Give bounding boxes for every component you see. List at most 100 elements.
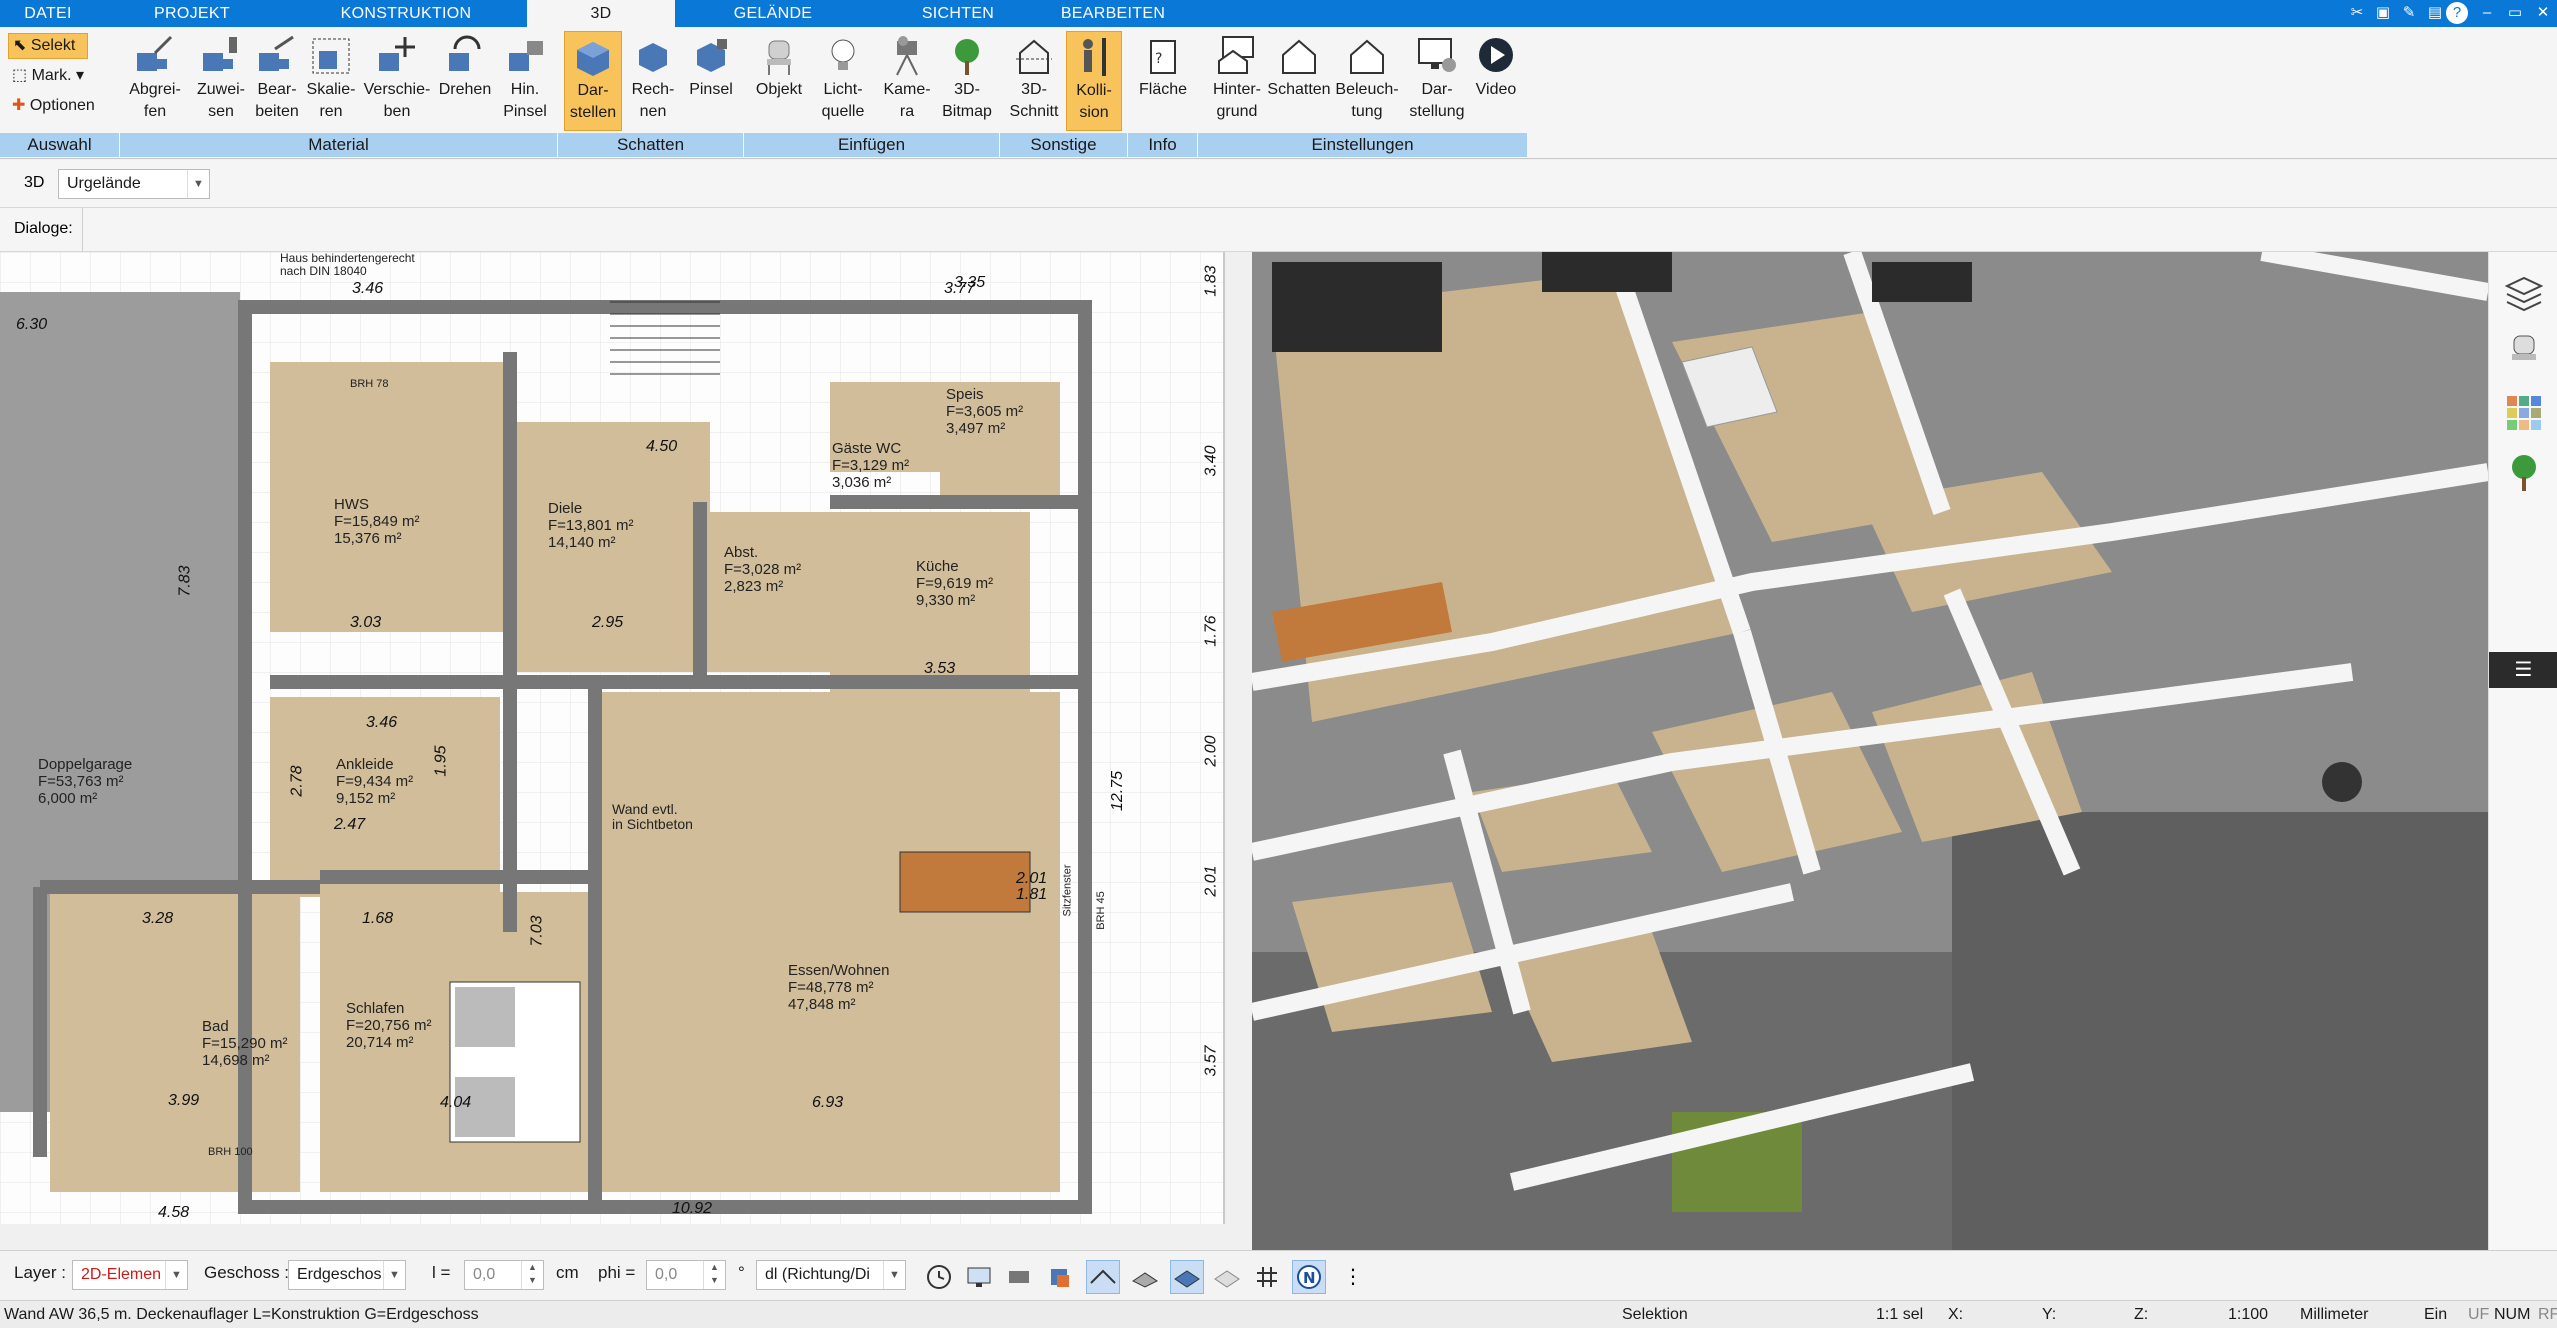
- verschieben-button[interactable]: Verschie- ben: [358, 31, 436, 131]
- layers-icon[interactable]: [2503, 272, 2545, 314]
- grid-icon[interactable]: [1250, 1260, 1284, 1294]
- tab-3d[interactable]: 3D: [527, 0, 675, 30]
- room-label-schlafen: Schlafen F=20,756 m² 20,714 m²: [346, 1000, 432, 1051]
- phi-input[interactable]: 0,0 ▲ ▼: [646, 1260, 726, 1290]
- degree-label: °: [738, 1263, 745, 1282]
- compute-cube-icon: [639, 43, 667, 72]
- length-input[interactable]: 0,0 ▲ ▼: [464, 1260, 544, 1290]
- ribbon-tab-bar: DATEI PROJEKT KONSTRUKTION 3D GELÄNDE SI…: [0, 0, 2557, 30]
- save-icon[interactable]: ▣: [2372, 2, 2394, 24]
- monitor-settings-icon: [1418, 38, 1456, 72]
- 3d-view[interactable]: [1252, 252, 2488, 1250]
- play-icon: [1479, 38, 1513, 72]
- objekt-button[interactable]: Objekt: [750, 31, 808, 131]
- pinsel-button[interactable]: Pinsel: [680, 31, 742, 131]
- folder-icon[interactable]: ▤: [2424, 2, 2446, 24]
- terrain-select[interactable]: Urgelände ▼: [58, 169, 210, 199]
- zuweisen-button[interactable]: Zuwei- sen: [190, 31, 252, 131]
- darstellen-button[interactable]: Dar- stellen: [564, 31, 622, 131]
- spinner-icon[interactable]: ▲ ▼: [703, 1261, 725, 1289]
- dimension-label: 7.83: [176, 565, 194, 597]
- status-mode: Selektion: [1622, 1306, 1688, 1323]
- drehen-button[interactable]: Drehen: [434, 31, 496, 131]
- brh-label: BRH 45: [1094, 891, 1107, 930]
- group-einstellungen: Einstellungen: [1198, 133, 1528, 157]
- kamera-button[interactable]: Kame- ra: [876, 31, 938, 131]
- beleuchtung-button[interactable]: Beleuch- tung: [1332, 31, 1402, 131]
- geschoss-select[interactable]: Erdgeschos ▼: [288, 1260, 406, 1290]
- wireframe-icon[interactable]: [1086, 1260, 1120, 1294]
- minimize-icon[interactable]: –: [2476, 2, 2498, 24]
- tab-projekt[interactable]: PROJEKT: [124, 0, 260, 27]
- dialog-row: Dialoge:: [0, 208, 2557, 252]
- room-label-ankleide: Ankleide F=9,434 m² 9,152 m²: [336, 756, 414, 807]
- north-icon[interactable]: N: [1292, 1260, 1326, 1294]
- chair-icon[interactable]: [2503, 332, 2545, 374]
- schatten-settings-button[interactable]: Schatten: [1264, 31, 1334, 131]
- brh-label: BRH 78: [350, 378, 389, 390]
- bitmap-3d-button[interactable]: 3D- Bitmap: [936, 31, 998, 131]
- mark-button[interactable]: ⬚ Mark. ▾: [12, 65, 84, 85]
- clock-icon[interactable]: [922, 1260, 956, 1294]
- dimension-label: 6.30: [16, 316, 48, 333]
- schnitt-3d-button[interactable]: 3D- Schnitt: [1004, 31, 1064, 131]
- optionen-button[interactable]: ✚ Optionen: [12, 95, 95, 115]
- video-button[interactable]: Video: [1468, 31, 1524, 131]
- darstellung-button[interactable]: Dar- stellung: [1402, 31, 1472, 131]
- lichtquelle-button[interactable]: Licht- quelle: [810, 31, 876, 131]
- hintergrund-button[interactable]: Hinter- grund: [1202, 31, 1272, 131]
- dimension-label: 2.78: [288, 765, 306, 797]
- dimension-label: 2.00: [1202, 735, 1220, 767]
- 3d-render: [1252, 252, 2488, 1250]
- restore-icon[interactable]: ▭: [2504, 2, 2526, 24]
- dimension-label: 2.47: [334, 816, 366, 833]
- help-icon[interactable]: ?: [2446, 2, 2468, 24]
- status-ein: Ein: [2424, 1306, 2448, 1323]
- hin-pinsel-button[interactable]: Hin. Pinsel: [494, 31, 556, 131]
- kollision-button[interactable]: Kolli- sion: [1066, 31, 1122, 131]
- flaeche-button[interactable]: ? Fläche: [1132, 31, 1194, 131]
- pin-icon[interactable]: ✎: [2398, 2, 2420, 24]
- tab-bearbeiten[interactable]: BEARBEITEN: [1048, 0, 1178, 27]
- tools-icon[interactable]: ✂: [2346, 2, 2368, 24]
- right-sidebar: ☰: [2488, 252, 2557, 1250]
- spinner-icon[interactable]: ▲ ▼: [521, 1261, 543, 1289]
- house-light-icon: [1350, 39, 1384, 74]
- tree-icon[interactable]: [2503, 452, 2545, 494]
- hidden-line-icon[interactable]: [1128, 1260, 1162, 1294]
- tab-gelaende[interactable]: GELÄNDE: [700, 0, 846, 27]
- abgreifen-button[interactable]: Abgrei- fen: [124, 31, 186, 131]
- brush-hint-icon: [509, 41, 543, 71]
- bearbeiten-button[interactable]: Bear- beiten: [246, 31, 308, 131]
- tab-sichten[interactable]: SICHTEN: [880, 0, 1036, 27]
- divider: [82, 208, 83, 252]
- shaded-icon[interactable]: [1170, 1260, 1204, 1294]
- dimension-label: 10.92: [672, 1200, 713, 1217]
- tab-datei[interactable]: DATEI: [0, 0, 96, 27]
- dimension-label: 1.81: [1016, 886, 1048, 903]
- house-shadow-icon: [1282, 39, 1316, 74]
- group-auswahl: Auswahl: [0, 133, 120, 157]
- dimension-label: 3.57: [1202, 1045, 1220, 1077]
- texture-icon[interactable]: [1210, 1260, 1244, 1294]
- status-y: Y:: [2042, 1306, 2057, 1323]
- monitor-icon[interactable]: [962, 1260, 996, 1294]
- materials-icon[interactable]: [2503, 392, 2545, 434]
- mode-label: 3D: [24, 174, 45, 191]
- skalieren-button[interactable]: Skalie- ren: [300, 31, 362, 131]
- floor-plan-view[interactable]: HWS F=15,849 m² 15,376 m² Diele F=13,801 m²…: [0, 252, 1225, 1224]
- room-label-hws: HWS F=15,849 m² 15,376 m²: [334, 496, 420, 547]
- more-options-icon[interactable]: ⋮: [1336, 1260, 1370, 1294]
- panel-menu-button[interactable]: ☰: [2489, 652, 2557, 688]
- tab-konstruktion[interactable]: KONSTRUKTION: [320, 0, 492, 27]
- render-mode-icon[interactable]: [1042, 1260, 1076, 1294]
- length-label: l =: [432, 1263, 451, 1282]
- dimension-label: 3.99: [168, 1092, 200, 1109]
- rechnen-button[interactable]: Rech- nen: [624, 31, 682, 131]
- layer-select[interactable]: 2D-Elemen ▼: [72, 1260, 188, 1290]
- dimension-label: 3.46: [352, 280, 384, 297]
- camera-view-icon[interactable]: [1002, 1260, 1036, 1294]
- close-icon[interactable]: ✕: [2532, 2, 2554, 24]
- direction-select[interactable]: dl (Richtung/Di ▼: [756, 1260, 906, 1290]
- selekt-button[interactable]: ⬉ Selekt: [8, 33, 88, 59]
